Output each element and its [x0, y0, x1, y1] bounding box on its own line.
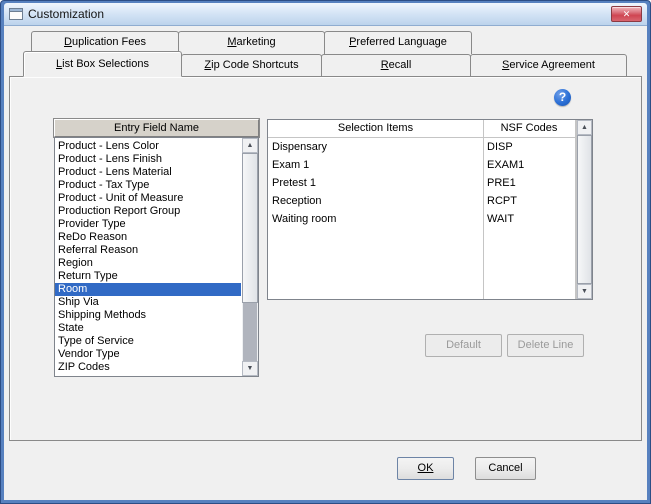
entry-field-listbox: Entry Field Name Product - Lens Color Pr…: [53, 118, 260, 377]
table-header-row: Selection Items NSF Codes: [268, 120, 576, 138]
nsf-code-cell: EXAM1: [487, 159, 525, 171]
table-row[interactable]: Pretest 1 PRE1: [268, 174, 576, 192]
tab-service-agreement[interactable]: Service Agreement: [470, 54, 627, 77]
tab-label: R: [380, 59, 389, 71]
list-item[interactable]: ReDo Reason: [55, 231, 241, 244]
tab-panel: ? Entry Field Name Product - Lens Color …: [9, 76, 642, 441]
nsf-code-cell: WAIT: [487, 213, 515, 225]
list-item[interactable]: Product - Unit of Measure: [55, 192, 241, 205]
arrow-down-icon: ▼: [246, 365, 254, 372]
window-icon: [9, 8, 23, 20]
list-item-selected[interactable]: Room: [55, 283, 241, 296]
scroll-down-icon[interactable]: ▼: [242, 361, 258, 376]
tab-label: D: [64, 36, 72, 48]
tab-row-back: Duplication Fees Marketing Preferred Lan…: [31, 26, 647, 54]
tab-marketing[interactable]: Marketing: [178, 31, 325, 54]
nsf-code-cell: RCPT: [487, 195, 517, 207]
selection-item-cell: Waiting room: [272, 213, 337, 225]
selection-item-cell: Dispensary: [272, 141, 328, 153]
arrow-up-icon: ▲: [246, 142, 254, 149]
tab-zip-code-shortcuts[interactable]: Zip Code Shortcuts: [181, 54, 322, 77]
arrow-up-icon: ▲: [581, 124, 588, 131]
table-row[interactable]: Waiting room WAIT: [268, 210, 576, 228]
dialog-body: Duplication Fees Marketing Preferred Lan…: [4, 26, 647, 500]
default-button[interactable]: Default: [425, 334, 502, 357]
list-item[interactable]: Ship Via: [55, 296, 241, 309]
list-item[interactable]: Provider Type: [55, 218, 241, 231]
selection-item-cell: Reception: [272, 195, 322, 207]
scrollbar-thumb[interactable]: [242, 153, 258, 303]
selection-items-table: Selection Items NSF Codes Dispensary DIS…: [267, 119, 593, 300]
scroll-up-icon[interactable]: ▲: [242, 138, 258, 153]
customization-dialog: Customization ✕ Duplication Fees Marketi…: [0, 0, 651, 504]
list-item[interactable]: Production Report Group: [55, 205, 241, 218]
tab-label: arketing: [236, 36, 276, 48]
window-icon-bar: [10, 9, 22, 12]
table-row[interactable]: Dispensary DISP: [268, 138, 576, 156]
selection-item-cell: Exam 1: [272, 159, 310, 171]
scroll-down-icon[interactable]: ▼: [577, 284, 592, 299]
help-icon[interactable]: ?: [554, 89, 571, 106]
delete-line-button[interactable]: Delete Line: [507, 334, 584, 357]
cancel-button-label: Cancel: [488, 462, 523, 474]
tab-label: ervice Agreement: [509, 59, 595, 71]
table-body: Dispensary DISP Exam 1 EXAM1 Pretest 1 P…: [268, 138, 576, 228]
tab-label: ecall: [388, 59, 412, 71]
list-item[interactable]: Type of Service: [55, 335, 241, 348]
tab-row-front: List Box Selections Zip Code Shortcuts R…: [23, 51, 647, 77]
list-item[interactable]: Region: [55, 257, 241, 270]
nsf-code-cell: DISP: [487, 141, 513, 153]
list-item[interactable]: Product - Tax Type: [55, 179, 241, 192]
tab-preferred-language[interactable]: Preferred Language: [324, 31, 472, 54]
table-row[interactable]: Reception RCPT: [268, 192, 576, 210]
table-scrollbar[interactable]: ▲ ▼: [576, 120, 592, 299]
window-title: Customization: [28, 7, 105, 21]
ok-button[interactable]: OK: [397, 457, 454, 480]
tab-label: M: [227, 36, 237, 48]
arrow-down-icon: ▼: [581, 288, 588, 295]
list-item[interactable]: ZIP Codes: [55, 361, 241, 374]
scrollbar-track[interactable]: [243, 303, 257, 361]
ok-button-label: OK: [417, 462, 434, 474]
tab-label: ip Code Shortcuts: [211, 59, 299, 71]
tab-label: referred Language: [356, 36, 447, 48]
list-scrollbar[interactable]: ▲ ▼: [242, 138, 258, 376]
entry-field-name-header: Entry Field Name: [53, 118, 260, 138]
selection-item-cell: Pretest 1: [272, 177, 317, 189]
nsf-code-cell: PRE1: [487, 177, 516, 189]
tab-label: ist Box Selections: [62, 58, 149, 70]
list-item[interactable]: Shipping Methods: [55, 309, 241, 322]
list-item[interactable]: Product - Lens Finish: [55, 153, 241, 166]
titlebar[interactable]: Customization ✕: [4, 3, 647, 26]
close-button[interactable]: ✕: [611, 6, 642, 22]
cancel-button[interactable]: Cancel: [475, 457, 536, 480]
selection-items-header: Selection Items: [337, 122, 414, 134]
close-icon: ✕: [622, 9, 631, 19]
table-row[interactable]: Exam 1 EXAM1: [268, 156, 576, 174]
list-item[interactable]: State: [55, 322, 241, 335]
entry-field-list: Product - Lens Color Product - Lens Fini…: [54, 137, 259, 377]
list-item[interactable]: Vendor Type: [55, 348, 241, 361]
scroll-up-icon[interactable]: ▲: [577, 120, 592, 135]
tab-list-box-selections[interactable]: List Box Selections: [23, 51, 182, 77]
scrollbar-thumb[interactable]: [577, 135, 592, 284]
list-item[interactable]: Referral Reason: [55, 244, 241, 257]
tab-label: uplication Fees: [71, 36, 146, 48]
list-item[interactable]: Return Type: [55, 270, 241, 283]
nsf-codes-header: NSF Codes: [500, 122, 558, 134]
list-item[interactable]: Product - Lens Material: [55, 166, 241, 179]
list-item[interactable]: Product - Lens Color: [55, 140, 241, 153]
help-glyph: ?: [558, 90, 567, 104]
tab-recall[interactable]: Recall: [321, 54, 471, 77]
